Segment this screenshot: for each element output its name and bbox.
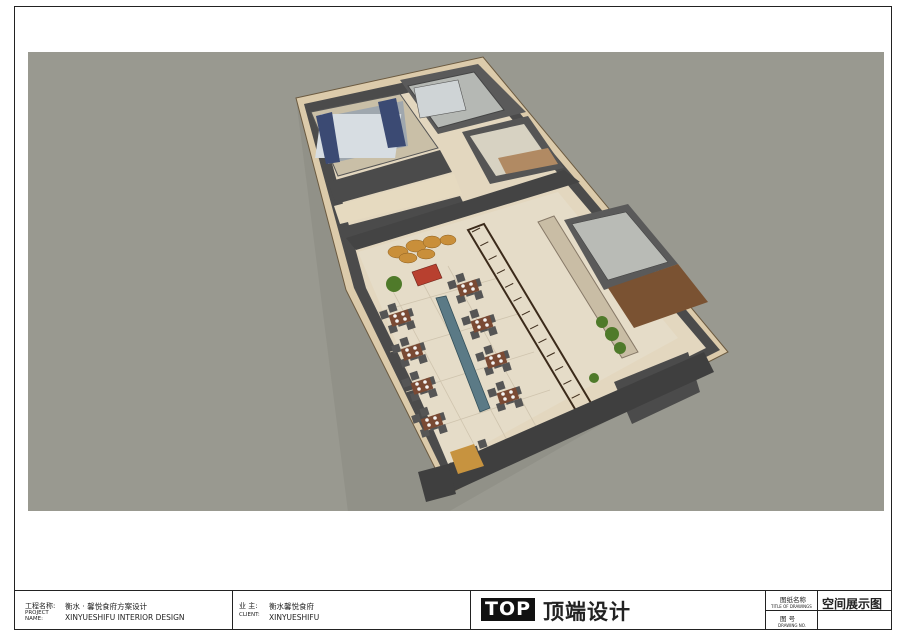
project-name-en: XINYUESHIFU INTERIOR DESIGN [65, 613, 185, 622]
floor-plan-render [28, 52, 884, 511]
title-block: 工程名称: PROJECT NAME: 衡水 · 馨悦食府方案设计 XINYUE… [15, 590, 892, 629]
logo-cell: TOP 顶端设计 [470, 591, 765, 629]
project-name-cn: 衡水 · 馨悦食府方案设计 [65, 602, 148, 611]
drawing-labels-cell: 图纸名称 TITLE OF DRAWINGS 图 号 DRAWING NO. [765, 591, 818, 629]
floor-plan-3d-view [295, 56, 729, 511]
client-name-cn: 衡水馨悦食府 [269, 602, 314, 611]
client-cell: 业 主: CLIENT: 衡水馨悦食府 XINYUESHIFU [232, 591, 470, 629]
client-label-cn: 业 主: [239, 602, 258, 610]
drawing-no-label-en: DRAWING NO. [778, 623, 806, 628]
client-name-en: XINYUESHIFU [269, 613, 320, 622]
drawing-no-label-cn: 图 号 [780, 615, 796, 623]
project-label-en: PROJECT NAME: [25, 610, 49, 622]
drawing-title-label-en: TITLE OF DRAWINGS [771, 604, 812, 609]
company-name-cn: 顶端设计 [543, 600, 631, 624]
drawing-title-label-cn: 图纸名称 [780, 596, 806, 604]
drawing-title-cell: 空间展示图 [817, 591, 892, 629]
project-cell: 工程名称: PROJECT NAME: 衡水 · 馨悦食府方案设计 XINYUE… [15, 591, 233, 629]
client-label-en: CLIENT: [239, 612, 260, 618]
top-logo: TOP [481, 598, 536, 621]
